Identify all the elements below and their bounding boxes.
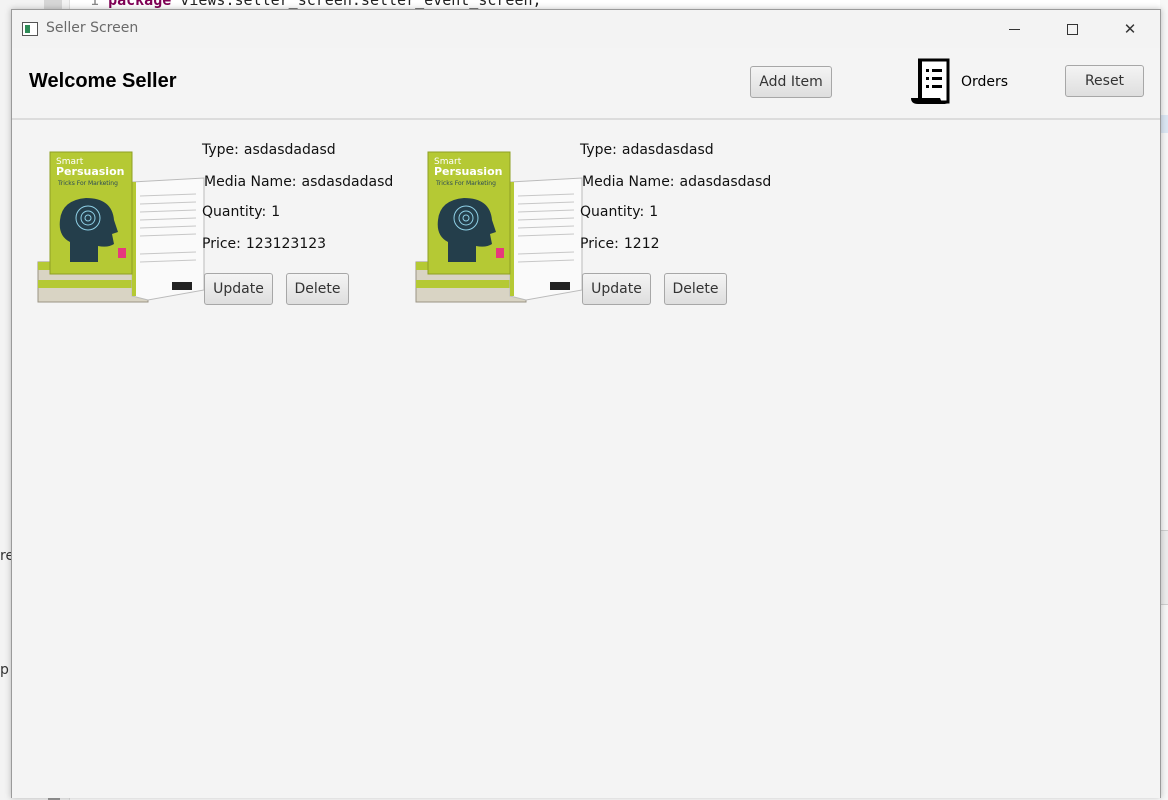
item-card: Smart Persuasion Tricks For Marketing Ty… <box>414 122 794 322</box>
maximize-icon <box>1066 23 1078 35</box>
cover-title: Persuasion <box>56 165 124 178</box>
type-label: Type: <box>202 142 239 158</box>
add-item-button[interactable]: Add Item <box>750 66 832 98</box>
item-price: Price: 1212 <box>580 236 660 252</box>
reset-button[interactable]: Reset <box>1065 65 1144 97</box>
quantity-value: 1 <box>271 204 281 220</box>
header-bar: Welcome Seller Add Item Orders Reset <box>12 48 1160 120</box>
type-value: adasdasdasd <box>621 142 714 158</box>
orders-link[interactable]: Orders <box>961 74 1008 90</box>
seller-screen-window: Seller Screen ✕ Welcome Seller Add Item … <box>11 9 1161 798</box>
minimize-button[interactable] <box>985 10 1043 48</box>
item-media-name: Media Name: adasdasdasd <box>582 174 771 190</box>
item-quantity: Quantity: 1 <box>580 204 658 220</box>
app-icon <box>22 22 38 36</box>
price-value: 123123123 <box>245 236 327 252</box>
price-label: Price: <box>580 236 619 252</box>
book-cover-image: Smart Persuasion Tricks For Marketing <box>415 151 583 303</box>
update-button[interactable]: Update <box>204 273 273 305</box>
code-keyword: package <box>108 0 172 9</box>
price-label: Price: <box>202 236 241 252</box>
delete-button[interactable]: Delete <box>664 273 727 305</box>
media-name-value: adasdasdasd <box>679 174 772 190</box>
media-name-value: asdasdadasd <box>301 174 394 190</box>
close-icon: ✕ <box>1123 20 1137 38</box>
item-media-name: Media Name: asdasdadasd <box>204 174 393 190</box>
type-value: asdasdadasd <box>243 142 336 158</box>
line-number: 1 <box>90 0 100 9</box>
delete-button[interactable]: Delete <box>286 273 349 305</box>
quantity-value: 1 <box>649 204 659 220</box>
maximize-button[interactable] <box>1043 10 1101 48</box>
price-value: 1212 <box>623 236 660 252</box>
item-type: Type: adasdasdasd <box>580 142 714 158</box>
media-name-label: Media Name: <box>204 174 297 190</box>
item-type: Type: asdasdadasd <box>202 142 336 158</box>
page-title: Welcome Seller <box>29 70 177 92</box>
editor-code-line: 1 package views.seller_screen.seller_eve… <box>90 0 542 9</box>
quantity-label: Quantity: <box>580 204 645 220</box>
media-name-label: Media Name: <box>582 174 675 190</box>
item-card: Smart Persuasion Tricks For Marketing Ty… <box>36 122 416 322</box>
quantity-label: Quantity: <box>202 204 267 220</box>
background-highlight <box>1160 115 1168 133</box>
book-cover-image: Smart Persuasion Tricks For Marketing <box>37 151 205 303</box>
cover-subtitle: Tricks For Marketing <box>435 180 496 187</box>
title-bar[interactable]: Seller Screen ✕ <box>12 10 1160 48</box>
orders-icon[interactable] <box>908 58 954 106</box>
close-button[interactable]: ✕ <box>1101 10 1159 48</box>
window-title: Seller Screen <box>46 20 139 36</box>
minimize-icon <box>1008 28 1020 30</box>
code-text: views.seller_screen.seller_event_screen; <box>171 0 542 9</box>
cover-subtitle: Tricks For Marketing <box>57 180 118 187</box>
items-panel: Smart Persuasion Tricks For Marketing Ty… <box>12 122 1160 798</box>
background-panel-edge <box>1160 530 1168 605</box>
cover-title: Persuasion <box>434 165 502 178</box>
background-text-fragment: p <box>0 662 9 678</box>
item-quantity: Quantity: 1 <box>202 204 280 220</box>
item-price: Price: 123123123 <box>202 236 326 252</box>
update-button[interactable]: Update <box>582 273 651 305</box>
type-label: Type: <box>580 142 617 158</box>
